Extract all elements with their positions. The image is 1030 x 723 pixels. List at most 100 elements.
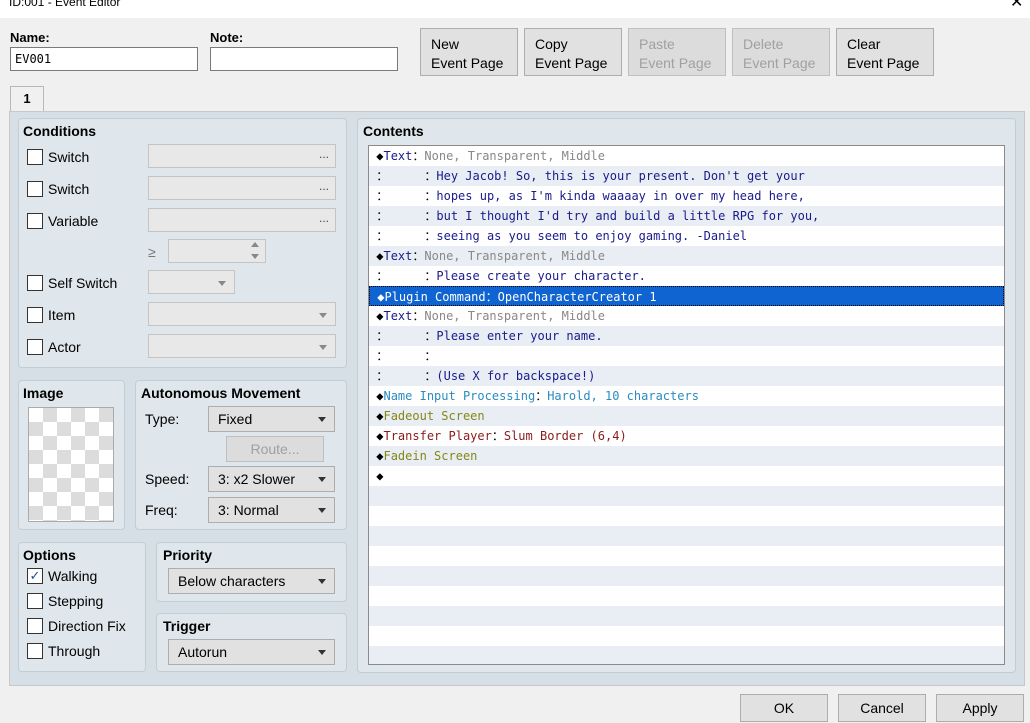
speed-select[interactable]: 3: x2 Slower — [208, 466, 335, 492]
command-row[interactable] — [369, 626, 1004, 646]
freq-label: Freq: — [145, 502, 178, 518]
speed-value: 3: x2 Slower — [218, 471, 296, 487]
command-row[interactable]: ◆Transfer Player：Slum Border (6,4) — [369, 426, 1004, 446]
tab-page-1[interactable]: 1 — [10, 86, 44, 112]
delete-event-page-button[interactable]: Delete Event Page — [732, 28, 830, 76]
ok-button[interactable]: OK — [740, 694, 828, 722]
variable-value-spinner[interactable] — [168, 239, 266, 263]
continuation-marker: ： — [376, 329, 389, 343]
spin-up-icon[interactable] — [251, 242, 259, 247]
command-separator: ： — [388, 329, 437, 343]
name-input[interactable] — [10, 47, 198, 71]
switch2-field[interactable]: ... — [148, 176, 336, 200]
priority-value: Below characters — [178, 573, 286, 589]
movement-title: Autonomous Movement — [141, 385, 301, 401]
freq-select[interactable]: 3: Normal — [208, 497, 335, 523]
chevron-down-icon — [318, 477, 326, 482]
contents-title: Contents — [363, 123, 424, 139]
command-row[interactable] — [369, 646, 1004, 664]
command-row[interactable]: ： ：Please enter your name. — [369, 326, 1004, 346]
command-row[interactable]: ◆ — [369, 466, 1004, 486]
command-args: Harold, 10 characters — [547, 389, 699, 403]
ellipsis-icon: ... — [318, 147, 329, 161]
command-row[interactable]: ◆Text：None, Transparent, Middle — [369, 146, 1004, 166]
item-label: Item — [48, 307, 76, 323]
chevron-down-icon — [218, 281, 226, 286]
actor-select[interactable] — [148, 334, 336, 358]
button-label-line1: Paste — [639, 36, 675, 52]
command-row[interactable]: ◆Plugin Command：OpenCharacterCreator 1 — [369, 286, 1004, 306]
command-row[interactable] — [369, 566, 1004, 586]
command-row[interactable]: ： ：but I thought I'd try and build a lit… — [369, 206, 1004, 226]
command-row[interactable] — [369, 586, 1004, 606]
item-select[interactable] — [148, 302, 336, 326]
image-preview[interactable] — [28, 407, 114, 522]
walking-checkbox[interactable]: ✓ — [27, 568, 43, 584]
command-args: but I thought I'd try and build a little… — [436, 209, 820, 223]
options-title: Options — [23, 547, 76, 563]
command-row[interactable]: ◆Name Input Processing：Harold, 10 charac… — [369, 386, 1004, 406]
command-name: Fadein Screen — [383, 449, 478, 463]
command-separator: ： — [388, 349, 437, 363]
command-row[interactable]: ◆Fadein Screen — [369, 446, 1004, 466]
button-label-line2: Event Page — [535, 55, 608, 71]
command-separator: ： — [491, 429, 504, 443]
trigger-select[interactable]: Autorun — [168, 639, 335, 665]
command-row[interactable]: ◆Text：None, Transparent, Middle — [369, 246, 1004, 266]
button-label-line1: New — [431, 36, 460, 52]
command-row[interactable]: ： ：hopes up, as I'm kinda waaaay in over… — [369, 186, 1004, 206]
paste-event-page-button[interactable]: Paste Event Page — [628, 28, 726, 76]
command-separator: ： — [412, 149, 425, 163]
command-args: OpenCharacterCreator 1 — [497, 290, 657, 304]
type-select[interactable]: Fixed — [208, 406, 335, 432]
direction-fix-checkbox[interactable] — [27, 618, 43, 634]
command-row[interactable] — [369, 526, 1004, 546]
copy-event-page-button[interactable]: Copy Event Page — [524, 28, 622, 76]
actor-label: Actor — [48, 339, 81, 355]
cancel-button[interactable]: Cancel — [838, 694, 926, 722]
command-row[interactable]: ： ：Hey Jacob! So, this is your present. … — [369, 166, 1004, 186]
button-label-line1: Delete — [743, 36, 784, 52]
chevron-down-icon — [318, 508, 326, 513]
actor-checkbox[interactable] — [27, 339, 43, 355]
variable-field[interactable]: ... — [148, 208, 336, 232]
command-separator: ： — [388, 169, 437, 183]
stepping-checkbox[interactable] — [27, 593, 43, 609]
spin-down-icon[interactable] — [251, 254, 259, 259]
command-row[interactable]: ： ： — [369, 346, 1004, 366]
priority-select[interactable]: Below characters — [168, 568, 335, 594]
conditions-title: Conditions — [23, 123, 97, 139]
apply-button[interactable]: Apply — [936, 694, 1024, 722]
item-checkbox[interactable] — [27, 307, 43, 323]
trigger-value: Autorun — [178, 644, 228, 660]
self-switch-checkbox[interactable] — [27, 275, 43, 291]
command-separator: ： — [485, 290, 498, 304]
command-row[interactable] — [369, 546, 1004, 566]
walking-label: Walking — [48, 568, 98, 584]
command-row[interactable] — [369, 486, 1004, 506]
command-args: Slum Border (6,4) — [503, 429, 627, 443]
switch2-label: Switch — [48, 181, 90, 197]
command-row[interactable]: ◆Text：None, Transparent, Middle — [369, 306, 1004, 326]
clear-event-page-button[interactable]: Clear Event Page — [836, 28, 934, 76]
command-list[interactable]: ◆Text：None, Transparent, Middle ： ：Hey J… — [368, 145, 1005, 665]
priority-title: Priority — [163, 547, 213, 563]
variable-checkbox[interactable] — [27, 213, 43, 229]
switch2-checkbox[interactable] — [27, 181, 43, 197]
switch1-field[interactable]: ... — [148, 144, 336, 168]
command-row[interactable] — [369, 506, 1004, 526]
command-row[interactable]: ： ：(Use X for backspace!) — [369, 366, 1004, 386]
route-button[interactable]: Route... — [226, 436, 324, 462]
new-event-page-button[interactable]: New Event Page — [420, 28, 518, 76]
command-row[interactable]: ： ：Please create your character. — [369, 266, 1004, 286]
command-row[interactable] — [369, 606, 1004, 626]
command-row[interactable]: ： ：seeing as you seem to enjoy gaming. -… — [369, 226, 1004, 246]
switch1-checkbox[interactable] — [27, 149, 43, 165]
button-label-line2: Event Page — [847, 55, 920, 71]
note-input[interactable] — [210, 47, 398, 71]
command-row[interactable]: ◆Fadeout Screen — [369, 406, 1004, 426]
through-checkbox[interactable] — [27, 643, 43, 659]
self-switch-select[interactable] — [148, 270, 235, 294]
chevron-down-icon — [318, 579, 326, 584]
close-icon[interactable]: ✕ — [1010, 0, 1023, 11]
